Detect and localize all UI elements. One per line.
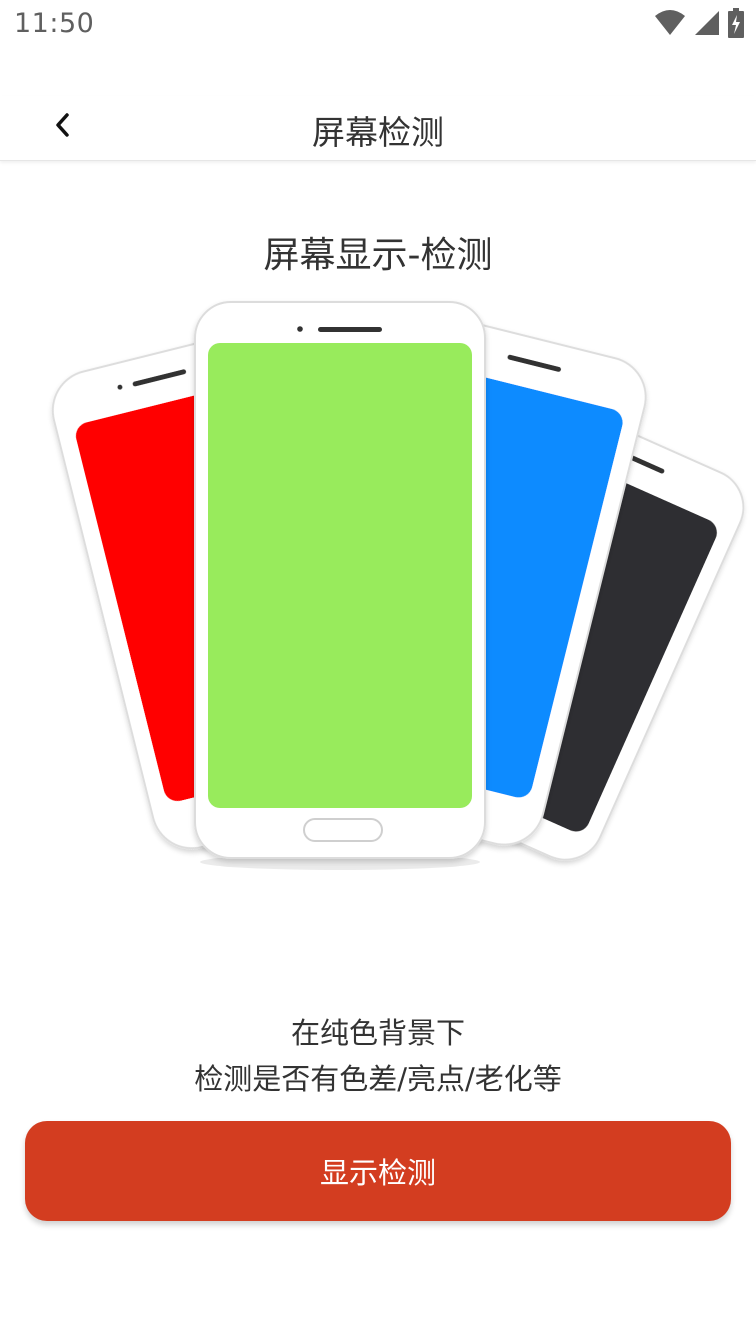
nav-bar: 屏幕检测 <box>0 96 756 161</box>
description-line-1: 在纯色背景下 <box>290 1016 465 1050</box>
green-screen-phone <box>194 301 486 859</box>
status-icons <box>654 8 744 42</box>
start-screen-test-button[interactable]: 显示检测 <box>25 1121 731 1221</box>
cellular-signal-icon <box>694 10 720 40</box>
status-time: 11:50 <box>14 8 95 39</box>
status-bar: 11:50 <box>0 0 756 52</box>
wifi-icon <box>654 10 686 40</box>
green-screen <box>208 343 472 808</box>
screen-test-page: 11:50 屏幕检测 屏幕显示-检测 在纯色背景下 检测是否有色差/亮点/老化等… <box>0 0 756 1344</box>
phones-illustration-svg <box>51 301 745 870</box>
start-screen-test-label: 显示检测 <box>319 1156 436 1190</box>
page-title: 屏幕检测 <box>312 113 444 152</box>
description-line-2: 检测是否有色差/亮点/老化等 <box>194 1062 562 1096</box>
hero-title: 屏幕显示-检测 <box>263 235 493 276</box>
battery-charging-icon <box>728 8 744 42</box>
phones-illustration <box>0 290 756 890</box>
